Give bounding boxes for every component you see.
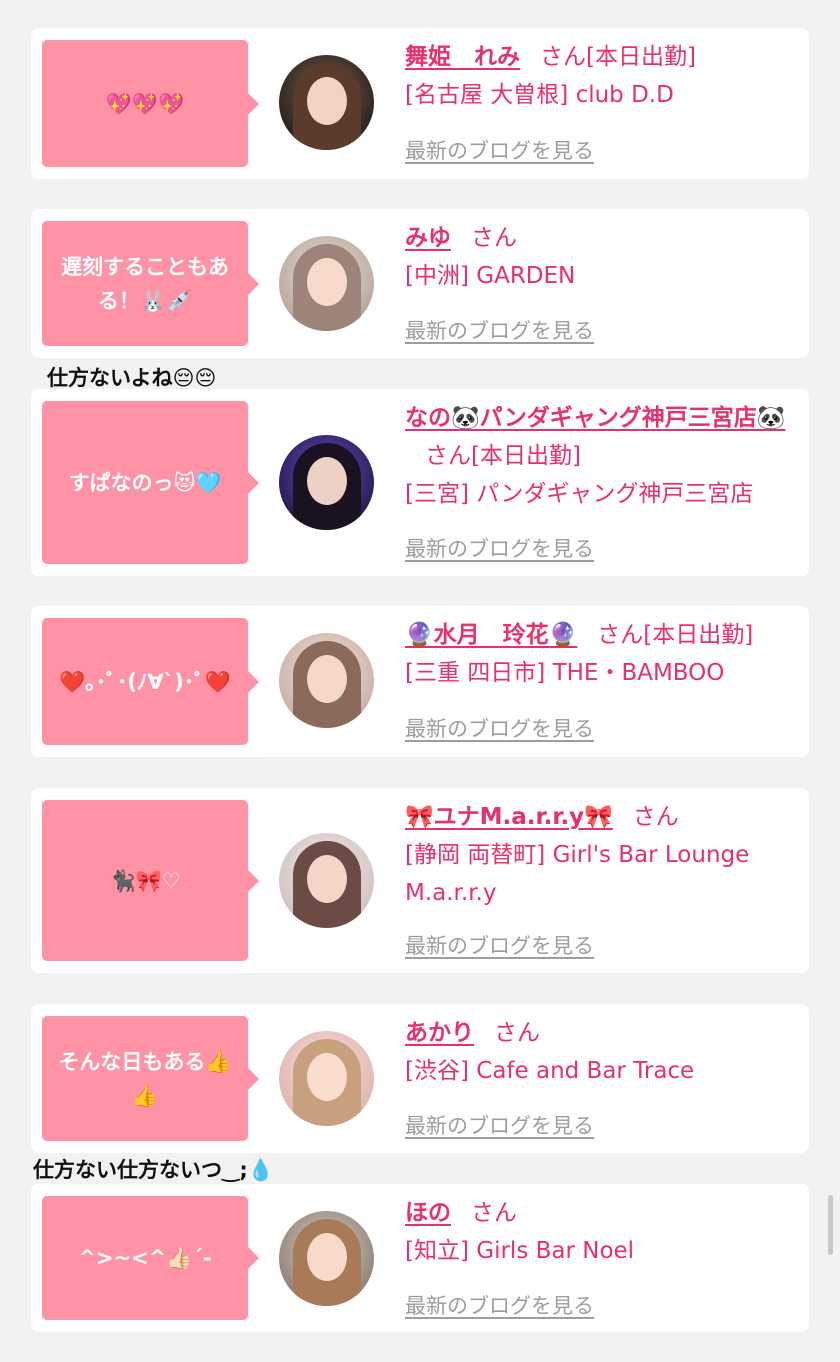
honorific: さん <box>597 622 644 648</box>
blog-link[interactable]: 最新のブログを見る <box>405 135 594 165</box>
honorific: さん <box>471 1200 517 1226</box>
avatar[interactable] <box>279 833 374 928</box>
comment-text: 💖💖💖 <box>105 91 185 116</box>
comment-bubble: そんな日もある👍👍 <box>42 1016 259 1141</box>
comment-text: すぱなのっ😻🩵 <box>68 470 222 495</box>
blog-link[interactable]: 最新のブログを見る <box>405 533 594 563</box>
cast-name-link[interactable]: あかり <box>405 1020 474 1046</box>
cast-card[interactable]: 🐈‍⬛🎀♡ 🎀ユナM.a.r.r.y🎀 さん [静岡 両替町] Girl's Ba… <box>31 788 809 973</box>
comment-text: 🐈‍⬛🎀♡ <box>109 868 181 893</box>
shop-name: [中洲] GARDEN <box>405 263 576 289</box>
comment-bubble: 🐈‍⬛🎀♡ <box>42 800 259 961</box>
shop-name: [渋谷] Cafe and Bar Trace <box>405 1058 695 1084</box>
cast-name-link[interactable]: 🎀ユナM.a.r.r.y🎀 <box>405 804 613 830</box>
comment-bubble: すぱなのっ😻🩵 <box>42 401 259 564</box>
cast-card[interactable]: そんな日もある👍👍 あかり さん [渋谷] Cafe and Bar Trace … <box>31 1004 809 1153</box>
comment-bubble: 遅刻することもある！🐰💉 <box>42 221 259 346</box>
blog-link[interactable]: 最新のブログを見る <box>405 930 594 960</box>
cast-info: みゆ さん [中洲] GARDEN <box>405 219 805 295</box>
shop-name: [名古屋 大曽根] club D.D <box>405 82 674 108</box>
cast-info: 🎀ユナM.a.r.r.y🎀 さん [静岡 両替町] Girl's Bar Loun… <box>405 798 805 912</box>
avatar[interactable] <box>279 1211 374 1306</box>
honorific: さん <box>494 1020 540 1046</box>
blog-link[interactable]: 最新のブログを見る <box>405 1110 594 1140</box>
working-today-badge: [本日出勤] <box>471 443 581 469</box>
cast-card[interactable]: ❤️｡･ﾟ･(ﾉ∀`)･ﾟ❤️ 🔮水月 玲花🔮 さん[本日出勤] [三重 四日市]… <box>31 606 809 757</box>
comment-text: 遅刻することもある！🐰💉 <box>61 254 229 313</box>
shop-name: [三重 四日市] THE・BAMBOO <box>405 660 725 686</box>
shop-name: [三宮] パンダギャング神戸三宮店 <box>405 481 754 507</box>
blog-link[interactable]: 最新のブログを見る <box>405 315 594 345</box>
cast-name-link[interactable]: ほの <box>405 1200 451 1226</box>
honorific: さん <box>425 443 471 469</box>
avatar[interactable] <box>279 55 374 150</box>
cast-name-link[interactable]: なの🐼パンダギャング神戸三宮店🐼 <box>405 405 785 431</box>
blog-link[interactable]: 最新のブログを見る <box>405 1290 594 1320</box>
cast-info: 🔮水月 玲花🔮 さん[本日出勤] [三重 四日市] THE・BAMBOO <box>405 616 805 692</box>
cast-info: あかり さん [渋谷] Cafe and Bar Trace <box>405 1014 805 1090</box>
honorific: さん <box>632 804 679 830</box>
comment-text: ^>~<^👍🏻´- <box>78 1246 212 1270</box>
comment-text: ❤️｡･ﾟ･(ﾉ∀`)･ﾟ❤️ <box>59 669 231 694</box>
comment-overflow-text: 仕方ないよね😔😔 <box>47 366 217 390</box>
cast-info: 舞姫 れみ さん[本日出勤] [名古屋 大曽根] club D.D <box>405 38 805 114</box>
avatar[interactable] <box>279 1031 374 1126</box>
cast-card[interactable]: 遅刻することもある！🐰💉 みゆ さん [中洲] GARDEN 最新のブログを見る <box>31 209 809 358</box>
blog-link[interactable]: 最新のブログを見る <box>405 713 594 743</box>
cast-card[interactable]: 💖💖💖 舞姫 れみ さん[本日出勤] [名古屋 大曽根] club D.D 最新の… <box>31 28 809 179</box>
avatar[interactable] <box>279 236 374 331</box>
comment-bubble: 💖💖💖 <box>42 40 259 167</box>
shop-name: [知立] Girls Bar Noel <box>405 1238 635 1264</box>
comment-bubble: ❤️｡･ﾟ･(ﾉ∀`)･ﾟ❤️ <box>42 618 259 745</box>
cast-card[interactable]: ^>~<^👍🏻´- ほの さん [知立] Girls Bar Noel 最新のブロ… <box>31 1184 809 1332</box>
honorific: さん <box>471 225 517 251</box>
avatar[interactable] <box>279 435 374 530</box>
cast-name-link[interactable]: 舞姫 れみ <box>405 44 520 70</box>
comment-bubble: ^>~<^👍🏻´- <box>42 1196 259 1320</box>
cast-name-link[interactable]: 🔮水月 玲花🔮 <box>405 622 577 648</box>
scrollbar[interactable] <box>828 1195 833 1255</box>
honorific: さん <box>540 44 586 70</box>
cast-card[interactable]: すぱなのっ😻🩵 なの🐼パンダギャング神戸三宮店🐼 さん[本日出勤] [三宮] パン… <box>31 389 809 576</box>
avatar[interactable] <box>279 633 374 728</box>
shop-name: [静岡 両替町] Girl's Bar Lounge M.a.r.r.y <box>405 842 750 906</box>
cast-name-link[interactable]: みゆ <box>405 225 451 251</box>
comment-overflow-text: 仕方ない仕方ないつ‿;💧 <box>33 1158 274 1182</box>
comment-text: そんな日もある👍👍 <box>58 1049 232 1108</box>
cast-info: ほの さん [知立] Girls Bar Noel <box>405 1194 805 1270</box>
working-today-badge: [本日出勤] <box>586 44 696 70</box>
working-today-badge: [本日出勤] <box>643 622 754 648</box>
cast-info: なの🐼パンダギャング神戸三宮店🐼 さん[本日出勤] [三宮] パンダギャング神戸三… <box>405 399 805 513</box>
